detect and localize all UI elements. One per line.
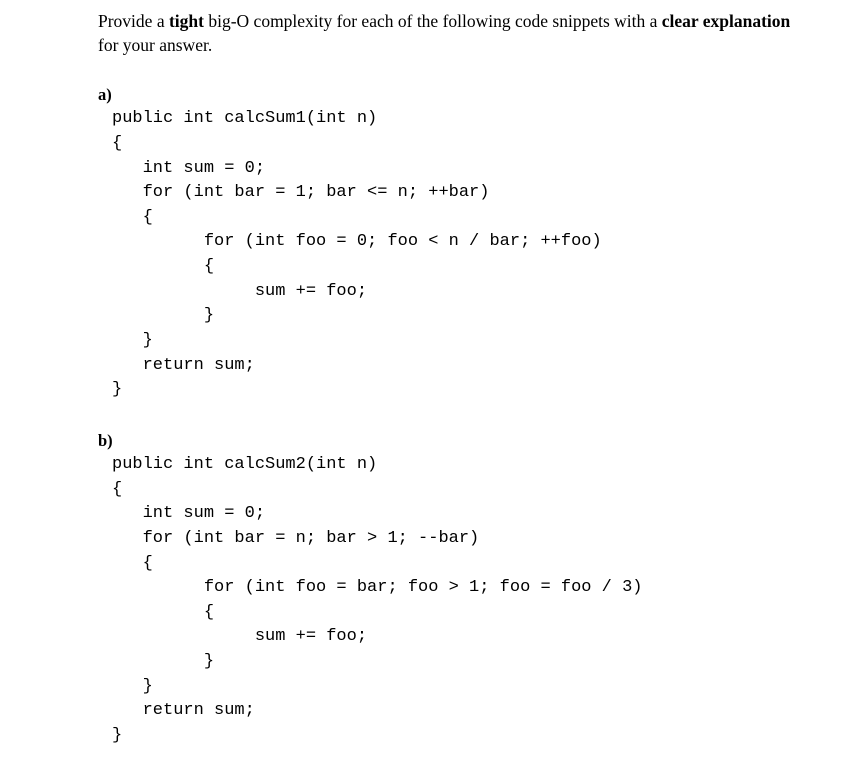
intro-tight: tight <box>169 11 204 31</box>
problem-a-label: a) <box>98 85 793 105</box>
problem-b: b) public int calcSum2(int n) { int sum … <box>98 431 793 749</box>
question-intro: Provide a tight big-O complexity for eac… <box>98 10 793 57</box>
problem-b-code: public int calcSum2(int n) { int sum = 0… <box>112 453 793 749</box>
problem-a: a) public int calcSum1(int n) { int sum … <box>98 85 793 403</box>
page: Provide a tight big-O complexity for eac… <box>0 0 863 772</box>
intro-text-pre: Provide a <box>98 11 169 31</box>
intro-text-post: for your answer. <box>98 35 212 55</box>
intro-text-mid: big-O complexity for each of the followi… <box>204 11 662 31</box>
problem-b-label: b) <box>98 431 793 451</box>
intro-clear: clear explanation <box>662 11 791 31</box>
problem-a-code: public int calcSum1(int n) { int sum = 0… <box>112 107 793 403</box>
